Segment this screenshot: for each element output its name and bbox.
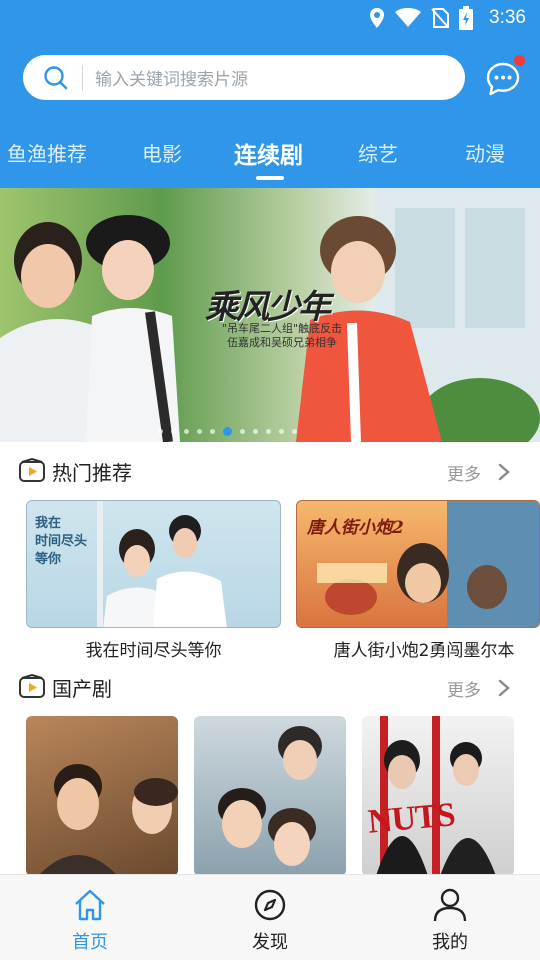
- tab-recommend[interactable]: 鱼渔推荐: [7, 138, 87, 167]
- pagination-dot[interactable]: [279, 428, 284, 434]
- compass-icon: [254, 889, 286, 921]
- section-header-domestic: 国产剧 更多: [0, 668, 540, 708]
- card-title[interactable]: 我在时间尽头等你: [26, 636, 281, 661]
- poster-card[interactable]: NUTS: [362, 716, 514, 876]
- poster-art: [38, 764, 178, 876]
- poster-art: [376, 716, 496, 876]
- nav-discover[interactable]: 发现: [210, 875, 330, 960]
- poster-text: 唐人街小炮2: [307, 518, 404, 538]
- search-placeholder[interactable]: 输入关键词搜索片源: [95, 65, 248, 90]
- banner-pagination: [158, 426, 382, 436]
- wifi-icon: [395, 8, 422, 27]
- pagination-dot[interactable]: [266, 428, 271, 434]
- nav-label: 首页: [72, 932, 108, 953]
- video-play-icon: [19, 458, 45, 482]
- pagination-dot[interactable]: [253, 428, 258, 434]
- poster-text: 我在 时间尽头 等你: [35, 516, 88, 567]
- no-sim-icon: [431, 8, 450, 28]
- poster-card[interactable]: [194, 716, 346, 876]
- hero-banner[interactable]: 乘风少年 "吊车尾二人组"触底反击 伍嘉成和吴硕兄弟相争: [0, 188, 540, 442]
- banner-title: 乘风少年: [205, 287, 331, 326]
- tab-variety[interactable]: 综艺: [358, 138, 398, 167]
- section-title: 国产剧: [52, 677, 112, 701]
- location-icon: [370, 8, 385, 28]
- notification-badge: [514, 55, 525, 66]
- card-title[interactable]: 唐人街小炮2勇闯墨尔本: [322, 636, 526, 661]
- category-tabs: 鱼渔推荐 电影 连续剧 综艺 动漫: [0, 134, 540, 180]
- battery-charging-icon: [459, 6, 474, 30]
- status-icons: 3:36: [369, 6, 526, 30]
- search-divider: [82, 64, 83, 91]
- bottom-nav: 首页 发现 我的: [0, 874, 540, 960]
- more-link[interactable]: 更多: [447, 676, 481, 701]
- poster-card[interactable]: [26, 716, 178, 876]
- poster-art: [218, 726, 322, 866]
- chevron-right-icon[interactable]: [497, 678, 511, 698]
- user-icon: [433, 888, 467, 922]
- message-icon[interactable]: [484, 60, 522, 98]
- search-icon: [44, 65, 68, 89]
- section-title: 热门推荐: [52, 461, 132, 485]
- banner-subtitle: "吊车尾二人组"触底反击 伍嘉成和吴硕兄弟相争: [222, 322, 343, 349]
- tab-movies[interactable]: 电影: [142, 138, 182, 167]
- pagination-dot[interactable]: [240, 428, 245, 434]
- nav-label: 我的: [432, 932, 468, 953]
- section-header-hot: 热门推荐 更多: [0, 452, 540, 492]
- pagination-dot[interactable]: [197, 428, 202, 434]
- more-link[interactable]: 更多: [447, 460, 481, 485]
- tab-anime[interactable]: 动漫: [465, 138, 505, 167]
- nav-label: 发现: [252, 932, 288, 953]
- pagination-dot-active[interactable]: [223, 426, 232, 436]
- home-icon: [75, 889, 105, 921]
- pagination-dot[interactable]: [210, 428, 215, 434]
- search-box[interactable]: 输入关键词搜索片源: [23, 55, 465, 100]
- pagination-dot[interactable]: [158, 428, 163, 434]
- chevron-right-icon[interactable]: [497, 462, 511, 482]
- poster-card[interactable]: 我在 时间尽头 等你: [26, 500, 281, 628]
- tab-series[interactable]: 连续剧: [234, 136, 303, 170]
- status-bar: 3:36: [0, 0, 540, 36]
- pagination-dot[interactable]: [184, 428, 189, 434]
- poster-text: NUTS: [366, 796, 457, 841]
- pagination-dot[interactable]: [171, 428, 176, 434]
- poster-card[interactable]: 唐人街小炮2: [296, 500, 540, 628]
- header: 输入关键词搜索片源 鱼渔推荐 电影 连续剧 综艺 动漫: [0, 36, 540, 188]
- nav-profile[interactable]: 我的: [390, 875, 510, 960]
- pagination-dot[interactable]: [292, 428, 297, 434]
- nav-home[interactable]: 首页: [30, 875, 150, 960]
- video-play-icon: [19, 674, 45, 698]
- status-time: 3:36: [489, 7, 526, 28]
- tab-indicator: [256, 176, 284, 180]
